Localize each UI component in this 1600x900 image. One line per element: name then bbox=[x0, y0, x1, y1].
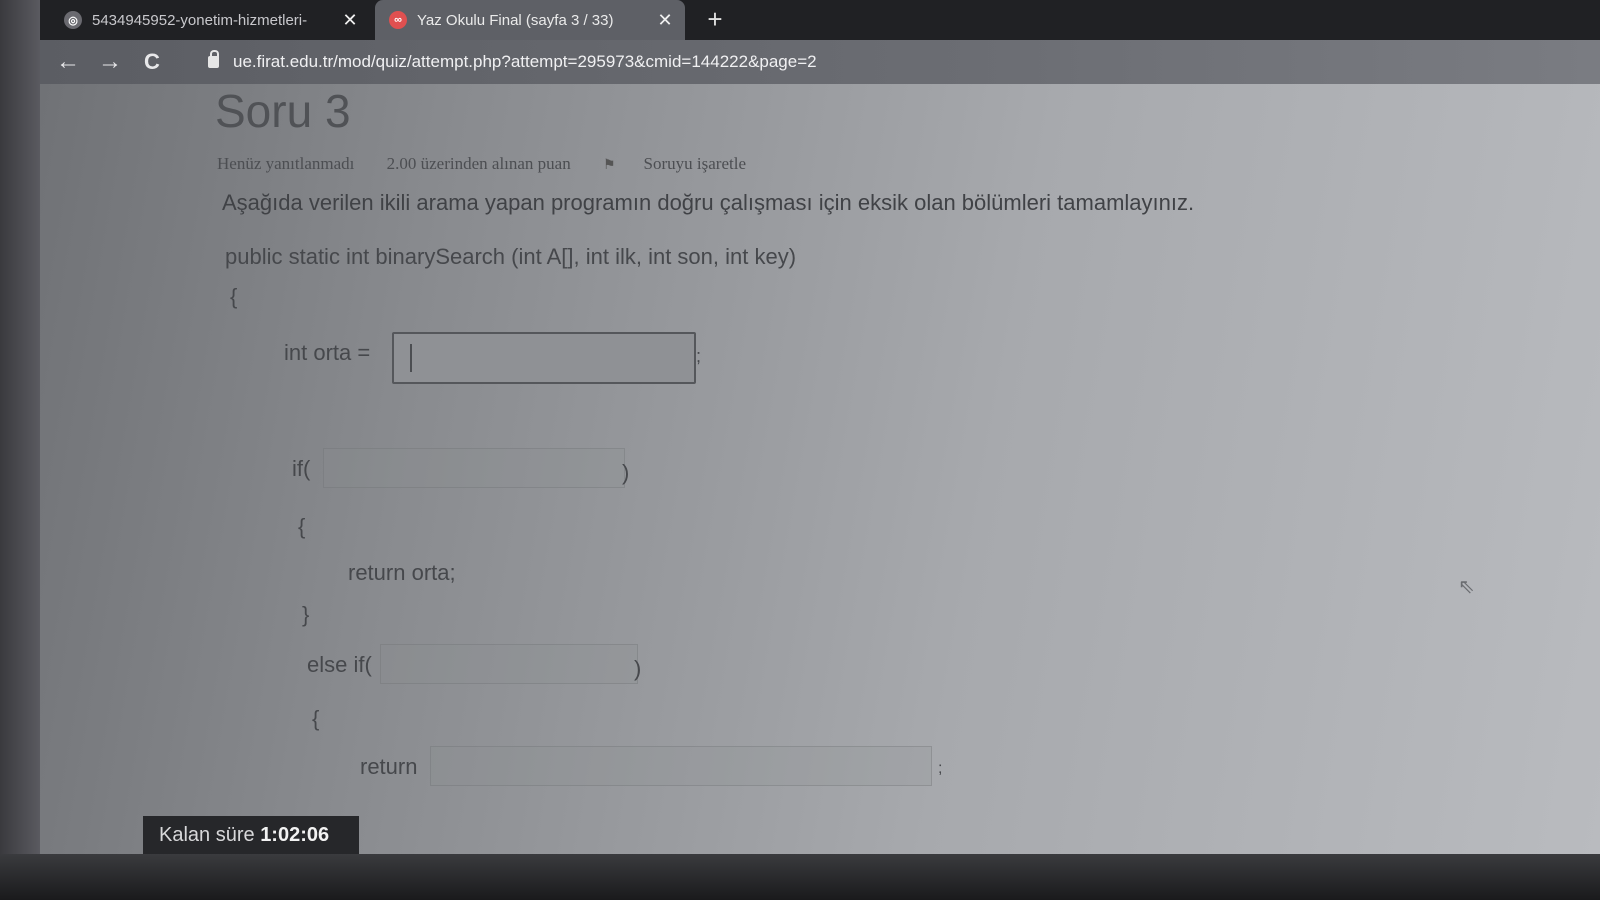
reload-icon[interactable]: C bbox=[136, 46, 168, 78]
tab-bar: ◎ 5434945952-yonetim-hizmetleri- ✕ ∞ Yaz… bbox=[40, 0, 1600, 40]
tab-title: Yaz Okulu Final (sayfa 3 / 33) bbox=[417, 11, 614, 29]
remaining-time: Kalan süre 1:02:06 bbox=[143, 816, 359, 854]
moodle-icon: ∞ bbox=[389, 11, 407, 29]
tab-inactive[interactable]: ◎ 5434945952-yonetim-hizmetleri- ✕ bbox=[50, 0, 370, 40]
question-info: Henüz yanıtlanmadı 2.00 üzerinden alınan… bbox=[217, 154, 802, 174]
brace-open: { bbox=[298, 514, 306, 539]
monitor-bezel bbox=[0, 0, 40, 900]
close-tab-icon[interactable]: ✕ bbox=[338, 10, 362, 31]
flag-question-link[interactable]: ⚑ Soruyu işaretle bbox=[603, 154, 774, 173]
lock-icon bbox=[208, 50, 219, 68]
back-arrow-icon[interactable]: ← bbox=[52, 46, 84, 78]
browser-toolbar: ← → C ue.firat.edu.tr/mod/quiz/attempt.p… bbox=[40, 40, 1600, 84]
question-points: 2.00 üzerinden alınan puan bbox=[386, 154, 571, 173]
brace-open: { bbox=[312, 706, 320, 731]
if-condition-input[interactable] bbox=[323, 448, 625, 488]
return-orta: return orta; bbox=[348, 560, 456, 585]
flag-label: Soruyu işaretle bbox=[643, 154, 746, 173]
address-bar[interactable]: ue.firat.edu.tr/mod/quiz/attempt.php?att… bbox=[208, 48, 817, 76]
code-signature: public static int binarySearch (int A[],… bbox=[225, 244, 797, 269]
mouse-pointer-icon: ⇖ bbox=[1458, 576, 1475, 598]
question-heading: Soru 3 bbox=[215, 85, 351, 137]
monitor-bezel-bottom bbox=[0, 854, 1600, 900]
quiz-page: Soru 3 Henüz yanıtlanmadı 2.00 üzerinden… bbox=[40, 84, 1600, 854]
elseif-open: else if( bbox=[307, 652, 372, 677]
globe-icon: ◎ bbox=[64, 11, 82, 29]
return-value-input[interactable] bbox=[430, 746, 932, 786]
orta-input[interactable] bbox=[392, 332, 696, 384]
elseif-close: ) bbox=[634, 656, 642, 681]
code-open-brace: { bbox=[230, 284, 238, 309]
forward-arrow-icon[interactable]: → bbox=[94, 46, 126, 78]
if-open: if( bbox=[292, 456, 311, 481]
orta-semicolon: ; bbox=[696, 346, 702, 366]
screen: ◎ 5434945952-yonetim-hizmetleri- ✕ ∞ Yaz… bbox=[0, 0, 1600, 900]
tab-active[interactable]: ∞ Yaz Okulu Final (sayfa 3 / 33) ✕ bbox=[375, 0, 685, 40]
question-text: Aşağıda verilen ikili arama yapan progra… bbox=[222, 190, 1195, 215]
timer-label: Kalan süre bbox=[159, 824, 255, 846]
return-keyword: return bbox=[360, 754, 418, 779]
tab-title: 5434945952-yonetim-hizmetleri- bbox=[92, 11, 308, 29]
url-text: ue.firat.edu.tr/mod/quiz/attempt.php?att… bbox=[233, 52, 817, 71]
new-tab-button[interactable]: + bbox=[700, 4, 730, 34]
question-status: Henüz yanıtlanmadı bbox=[217, 154, 355, 173]
flag-icon: ⚑ bbox=[602, 158, 616, 173]
timer-value: 1:02:06 bbox=[260, 824, 330, 846]
orta-label: int orta = bbox=[284, 340, 371, 365]
return-semicolon: ; bbox=[938, 760, 943, 777]
text-caret bbox=[410, 344, 412, 372]
elseif-condition-input[interactable] bbox=[380, 644, 638, 684]
if-close: ) bbox=[622, 460, 630, 485]
brace-close: } bbox=[302, 602, 310, 627]
close-tab-icon[interactable]: ✕ bbox=[653, 10, 677, 31]
